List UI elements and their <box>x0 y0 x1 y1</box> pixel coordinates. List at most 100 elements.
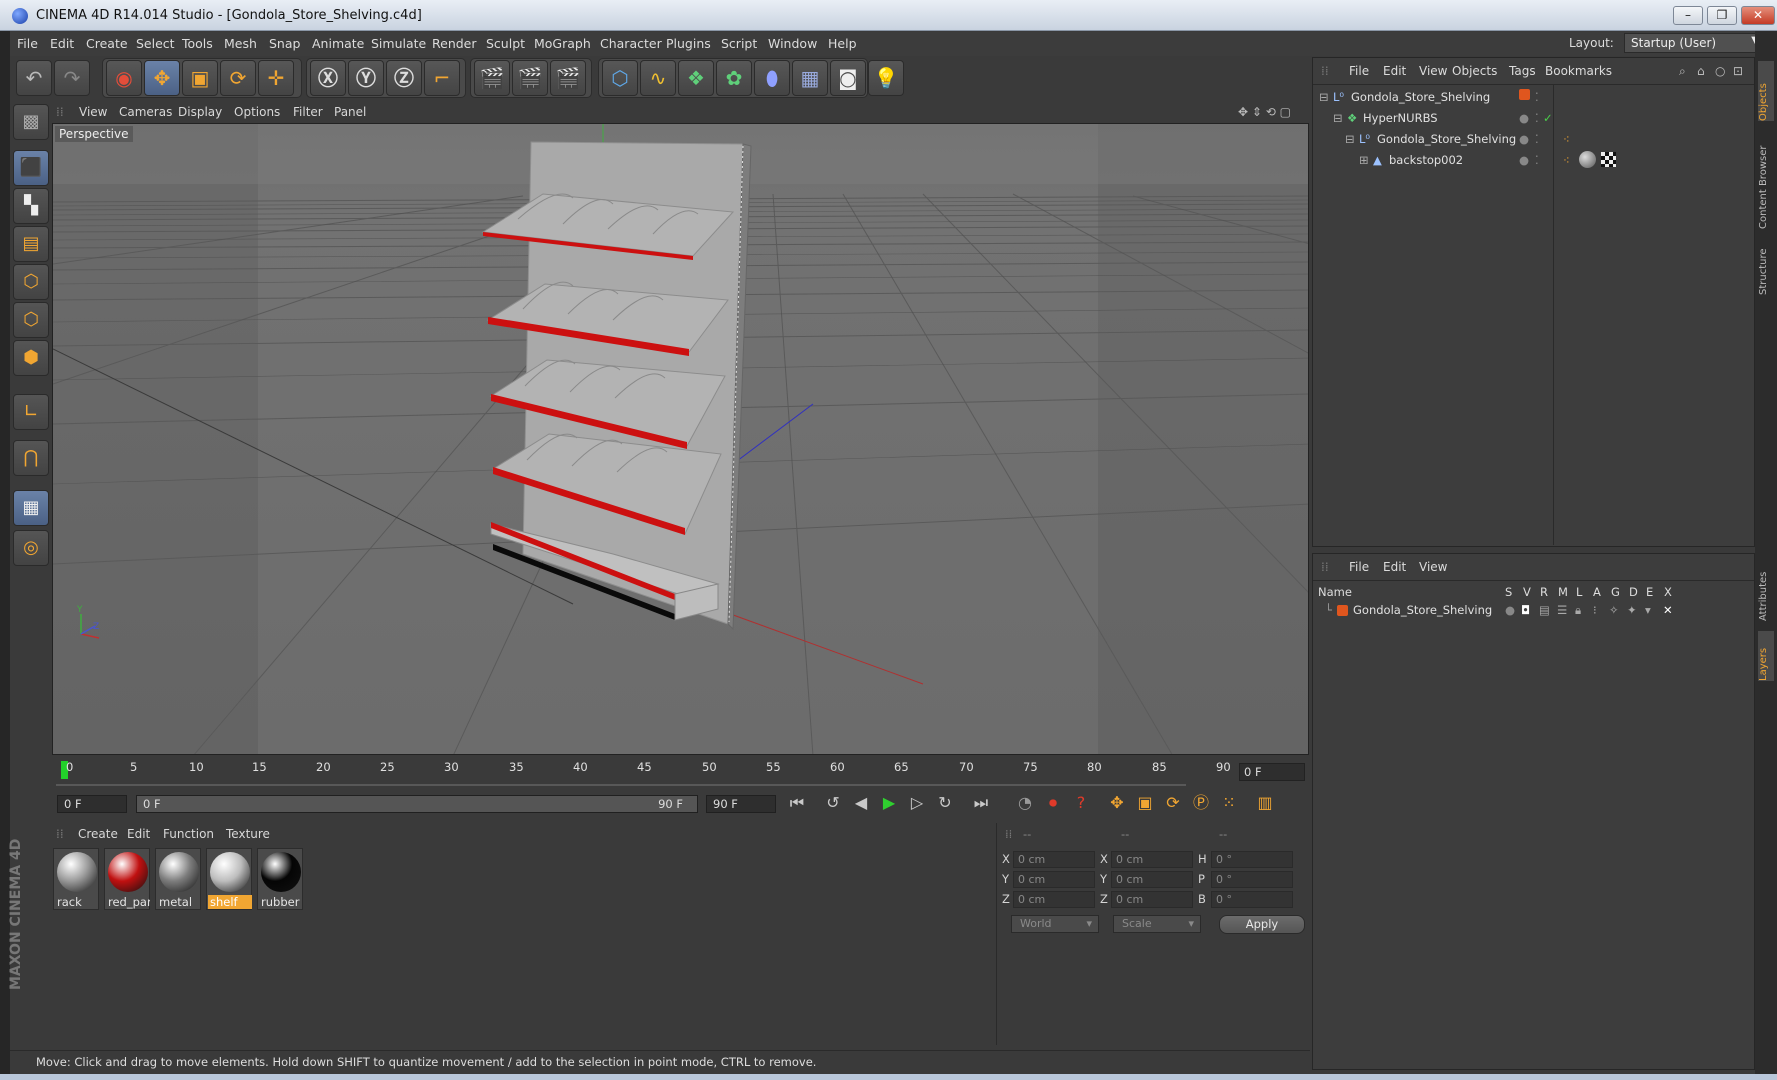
material-menu-function[interactable]: Function <box>163 827 214 841</box>
viewport-navigation-icons[interactable]: ✥ ⇕ ⟲ ▢ <box>1238 105 1291 119</box>
menu-mesh[interactable]: Mesh <box>224 36 257 51</box>
menu-select[interactable]: Select <box>136 36 175 51</box>
menu-character[interactable]: Character <box>600 36 662 51</box>
column-m[interactable]: M <box>1558 585 1568 599</box>
expressions-icon[interactable]: ▾ <box>1645 603 1651 617</box>
polygons-mode-icon[interactable]: ⬢ <box>13 340 49 376</box>
render-picture-viewer-icon[interactable]: 🎬 <box>512 60 548 96</box>
menu-simulate[interactable]: Simulate <box>371 36 426 51</box>
lm-menu-view[interactable]: View <box>1419 560 1447 574</box>
collapse-icon[interactable]: ⊟ <box>1319 90 1329 104</box>
material-rack[interactable]: rack <box>53 848 99 910</box>
layout-dropdown[interactable]: Startup (User) ▼ <box>1624 33 1766 53</box>
phong-tag-icon[interactable]: ⁖ <box>1563 153 1570 167</box>
column-d[interactable]: D <box>1629 585 1638 599</box>
key-position-icon[interactable]: ✥ <box>1104 791 1130 817</box>
viewport-menu-view[interactable]: View <box>79 105 107 119</box>
undo-icon[interactable]: ↶ <box>16 60 52 96</box>
previous-frame-icon[interactable]: ◀ <box>848 791 874 817</box>
x-axis-lock-icon[interactable]: Ⓧ <box>310 60 346 96</box>
minimize-button[interactable]: – <box>1673 6 1703 25</box>
key-parameter-icon[interactable]: Ⓟ <box>1188 791 1214 817</box>
circle-icon[interactable]: ○ <box>1715 64 1725 78</box>
menu-file[interactable]: File <box>17 36 38 51</box>
viewport-menu-display[interactable]: Display <box>178 105 222 119</box>
light-icon[interactable]: 💡 <box>868 60 904 96</box>
key-pla-icon[interactable]: ⁙ <box>1216 791 1242 817</box>
material-tag-icon[interactable] <box>1579 151 1596 168</box>
next-frame-icon[interactable]: ▷ <box>904 791 930 817</box>
viewport-menu-cameras[interactable]: Cameras <box>119 105 172 119</box>
size-z-field[interactable]: 0 cm <box>1111 891 1193 908</box>
spline-icon[interactable]: ∿ <box>640 60 676 96</box>
model-mode-icon[interactable]: ⬛ <box>13 150 49 186</box>
record-keys-icon[interactable]: ◔ <box>1012 791 1038 817</box>
make-editable-icon[interactable]: ▩ <box>13 104 49 140</box>
mograph-cloner-icon[interactable]: ✿ <box>716 60 752 96</box>
object-row-hypernurbs[interactable]: ⊟ ❖ HyperNURBS ● ⁚ ✓ <box>1313 108 1754 128</box>
material-rubber[interactable]: rubber <box>257 848 303 910</box>
om-menu-bookmarks[interactable]: Bookmarks <box>1545 64 1612 78</box>
material-metal[interactable]: metal <box>155 848 201 910</box>
move-tool-icon[interactable]: ✥ <box>144 60 180 96</box>
workplane-lock-icon[interactable]: ▦ <box>13 490 49 526</box>
expand-icon[interactable]: ⊞ <box>1359 153 1369 167</box>
go-to-end-icon[interactable]: ⏭ <box>968 791 994 817</box>
recent-tool-icon[interactable]: ✛ <box>258 60 294 96</box>
magnet-snap-icon[interactable]: ⋂ <box>13 440 49 476</box>
om-menu-edit[interactable]: Edit <box>1383 64 1406 78</box>
auto-keying-icon[interactable]: ⏺ <box>1040 791 1066 817</box>
soft-selection-icon[interactable]: ◎ <box>13 530 49 566</box>
tab-objects[interactable]: Objects <box>1758 61 1774 121</box>
phong-tag-icon[interactable]: ⁖ <box>1563 132 1570 146</box>
camera-icon[interactable]: ◙ <box>830 60 866 96</box>
menu-edit[interactable]: Edit <box>50 36 74 51</box>
perspective-viewport[interactable]: Y Z Perspective <box>52 123 1309 755</box>
key-rotation-icon[interactable]: ⟳ <box>1160 791 1186 817</box>
menu-window[interactable]: Window <box>768 36 817 51</box>
render-icon[interactable]: ▤ <box>1539 603 1550 617</box>
column-x[interactable]: X <box>1664 585 1672 599</box>
layer-color-chip[interactable] <box>1337 605 1348 616</box>
z-axis-lock-icon[interactable]: Ⓩ <box>386 60 422 96</box>
lm-menu-file[interactable]: File <box>1349 560 1369 574</box>
maximize-button[interactable]: ❐ <box>1707 6 1737 25</box>
rotation-h-field[interactable]: 0 ° <box>1211 851 1293 868</box>
points-mode-icon[interactable]: ⬡ <box>13 264 49 300</box>
om-menu-file[interactable]: File <box>1349 64 1369 78</box>
new-view-icon[interactable]: ⊡ <box>1733 64 1743 78</box>
workplane-mode-icon[interactable]: ▤ <box>13 226 49 262</box>
axis-mode-icon[interactable]: ∟ <box>13 394 49 430</box>
search-icon[interactable]: ⌕ <box>1679 64 1686 79</box>
apply-button[interactable]: Apply <box>1219 915 1305 934</box>
render-settings-icon[interactable]: 🎬 <box>550 60 586 96</box>
menu-help[interactable]: Help <box>828 36 857 51</box>
menu-tools[interactable]: Tools <box>182 36 213 51</box>
menu-animate[interactable]: Animate <box>312 36 364 51</box>
column-g[interactable]: G <box>1611 585 1620 599</box>
key-scale-icon[interactable]: ▣ <box>1132 791 1158 817</box>
xrefs-icon[interactable]: ✕ <box>1663 603 1673 617</box>
render-view-icon[interactable]: 🎬 <box>474 60 510 96</box>
preview-range-slider[interactable]: 0 F 90 F <box>136 795 698 813</box>
floor-scene-icon[interactable]: ▦ <box>792 60 828 96</box>
object-row-root[interactable]: ⊟ L⁰ Gondola_Store_Shelving ⁚ <box>1313 87 1754 107</box>
nurbs-icon[interactable]: ❖ <box>678 60 714 96</box>
column-a[interactable]: A <box>1593 585 1601 599</box>
position-z-field[interactable]: 0 cm <box>1013 891 1095 908</box>
visibility-dots-icon[interactable]: ⁚ <box>1535 90 1539 104</box>
column-l[interactable]: L <box>1576 585 1582 599</box>
go-to-start-icon[interactable]: ⏮ <box>784 791 810 817</box>
previous-key-icon[interactable]: ↺ <box>820 791 846 817</box>
end-frame-field[interactable]: 90 F <box>706 795 776 813</box>
size-mode-dropdown[interactable]: Scale ▾ <box>1113 915 1201 933</box>
solo-icon[interactable]: ● <box>1505 603 1515 617</box>
lock-icon[interactable]: 🔒︎ <box>1575 603 1581 618</box>
visibility-dots-icon[interactable]: ⁚ <box>1535 153 1539 167</box>
column-r[interactable]: R <box>1540 585 1548 599</box>
om-menu-objects[interactable]: Objects <box>1452 64 1497 78</box>
texture-tag-icon[interactable] <box>1601 152 1616 167</box>
material-menu-texture[interactable]: Texture <box>226 827 270 841</box>
menu-mograph[interactable]: MoGraph <box>534 36 591 51</box>
visibility-dots-icon[interactable]: ⁚ <box>1535 132 1539 146</box>
